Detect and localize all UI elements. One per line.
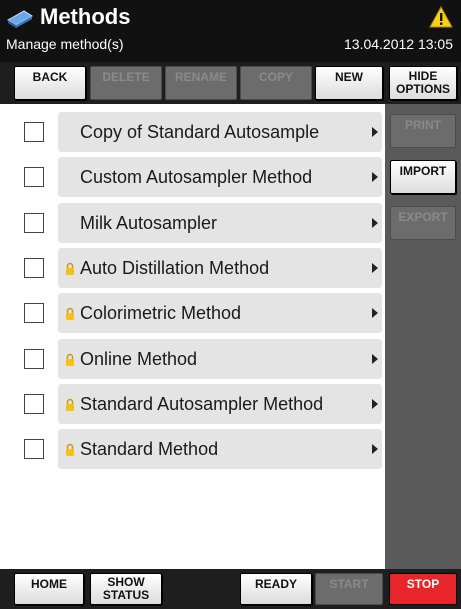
ready-button[interactable]: READY xyxy=(240,573,312,605)
lock-icon xyxy=(66,262,74,275)
home-button[interactable]: HOME xyxy=(14,573,84,605)
hide-options-button[interactable]: HIDE OPTIONS xyxy=(389,66,457,100)
back-button[interactable]: BACK xyxy=(14,66,86,100)
method-label: Online Method xyxy=(80,349,198,369)
warning-icon[interactable] xyxy=(429,6,453,28)
lock-icon xyxy=(66,398,74,411)
chevron-right-icon xyxy=(372,172,378,182)
method-row[interactable]: Auto Distillation Method xyxy=(10,248,382,288)
method-row[interactable]: Colorimetric Method xyxy=(10,293,382,333)
method-row[interactable]: Milk Autosampler xyxy=(10,203,382,243)
show-status-button[interactable]: SHOW STATUS xyxy=(90,573,162,605)
lock-icon xyxy=(66,443,74,456)
method-label: Copy of Standard Autosample xyxy=(80,122,320,142)
bottom-bar: HOME SHOW STATUS READY START STOP xyxy=(0,569,461,609)
method-row[interactable]: Standard Method xyxy=(10,429,382,469)
method-checkbox[interactable] xyxy=(24,258,44,278)
method-label: Colorimetric Method xyxy=(80,303,242,323)
method-row[interactable]: Copy of Standard Autosample xyxy=(10,112,382,152)
copy-button[interactable]: COPY xyxy=(240,66,312,100)
method-label: Custom Autosampler Method xyxy=(80,167,313,187)
method-item-button[interactable]: Copy of Standard Autosample xyxy=(58,112,382,152)
method-label: Auto Distillation Method xyxy=(80,258,270,278)
method-item-button[interactable]: Auto Distillation Method xyxy=(58,248,382,288)
method-label: Standard Method xyxy=(80,439,219,459)
method-checkbox[interactable] xyxy=(24,303,44,323)
method-row[interactable]: Online Method xyxy=(10,339,382,379)
header-bar: Methods Manage method(s) 13.04.2012 13:0… xyxy=(0,0,461,62)
method-item-button[interactable]: Online Method xyxy=(58,339,382,379)
page-subtitle: Manage method(s) xyxy=(6,36,124,52)
toolbar: BACK DELETE RENAME COPY NEW HIDE OPTIONS xyxy=(0,62,461,104)
lock-icon xyxy=(66,353,74,366)
method-label: Milk Autosampler xyxy=(80,213,218,233)
method-item-button[interactable]: Custom Autosampler Method xyxy=(58,157,382,197)
delete-button[interactable]: DELETE xyxy=(90,66,162,100)
lock-icon xyxy=(66,307,74,320)
print-button[interactable]: PRINT xyxy=(390,114,456,148)
method-item-button[interactable]: Standard Autosampler Method xyxy=(58,384,382,424)
start-button[interactable]: START xyxy=(315,573,383,605)
page-title: Methods xyxy=(40,4,131,29)
method-checkbox[interactable] xyxy=(24,167,44,187)
new-button[interactable]: NEW xyxy=(315,66,383,100)
chevron-right-icon xyxy=(372,308,378,318)
stop-button[interactable]: STOP xyxy=(389,573,457,605)
method-checkbox[interactable] xyxy=(24,122,44,142)
method-checkbox[interactable] xyxy=(24,213,44,233)
chevron-right-icon xyxy=(372,218,378,228)
chevron-right-icon xyxy=(372,399,378,409)
options-panel: PRINT IMPORT EXPORT xyxy=(385,104,461,569)
export-button[interactable]: EXPORT xyxy=(390,206,456,240)
method-label: Standard Autosampler Method xyxy=(80,394,324,414)
method-row[interactable]: Custom Autosampler Method xyxy=(10,157,382,197)
method-checkbox[interactable] xyxy=(24,394,44,414)
chevron-right-icon xyxy=(372,127,378,137)
import-button[interactable]: IMPORT xyxy=(390,160,456,194)
book-icon xyxy=(7,10,33,28)
method-item-button[interactable]: Milk Autosampler xyxy=(58,203,382,243)
rename-button[interactable]: RENAME xyxy=(165,66,237,100)
method-row[interactable]: Standard Autosampler Method xyxy=(10,384,382,424)
chevron-right-icon xyxy=(372,444,378,454)
method-item-button[interactable]: Standard Method xyxy=(58,429,382,469)
method-checkbox[interactable] xyxy=(24,439,44,459)
date-time: 13.04.2012 13:05 xyxy=(344,36,453,52)
method-checkbox[interactable] xyxy=(24,349,44,369)
chevron-right-icon xyxy=(372,354,378,364)
method-item-button[interactable]: Colorimetric Method xyxy=(58,293,382,333)
chevron-right-icon xyxy=(372,263,378,273)
